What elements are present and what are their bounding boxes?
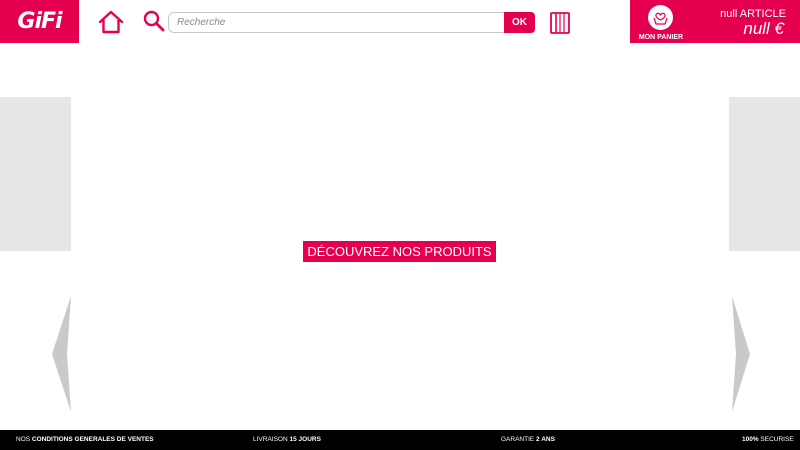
cart-total: null € bbox=[743, 19, 784, 38]
cart-icon bbox=[653, 12, 668, 25]
carousel-left-panel[interactable] bbox=[0, 97, 71, 251]
footer-cgv-link[interactable]: NOS CONDITIONS GENERALES DE VENTES bbox=[16, 430, 154, 450]
carousel-prev-button[interactable] bbox=[52, 296, 72, 412]
footer-secure: 100% SECURISE bbox=[742, 436, 794, 443]
home-icon bbox=[98, 10, 124, 34]
chevron-right-icon bbox=[732, 296, 750, 412]
cart-button[interactable]: MON PANIER null ARTICLE null € bbox=[630, 0, 800, 43]
home-button[interactable] bbox=[97, 9, 125, 35]
discover-products-button[interactable]: DÉCOUVREZ NOS PRODUITS bbox=[303, 241, 496, 262]
footer-warranty: GARANTIE 2 ANS bbox=[501, 436, 555, 443]
footer-delivery: LIVRAISON 15 JOURS bbox=[253, 436, 321, 443]
catalog-icon bbox=[550, 12, 570, 34]
catalog-button[interactable] bbox=[548, 11, 572, 35]
search-icon[interactable] bbox=[143, 10, 165, 32]
gifi-logo[interactable]: GiFi bbox=[0, 0, 79, 43]
chevron-left-icon bbox=[52, 296, 71, 412]
search-ok-button[interactable]: OK bbox=[504, 12, 535, 33]
cart-icon-badge bbox=[648, 5, 673, 30]
carousel-next-button[interactable] bbox=[731, 296, 751, 412]
footer: NOS CONDITIONS GENERALES DE VENTES LIVRA… bbox=[0, 430, 800, 450]
search-input[interactable] bbox=[168, 12, 506, 33]
cart-label: MON PANIER bbox=[638, 34, 684, 41]
header: GiFi OK MON PANIER null ARTICLE null € bbox=[0, 0, 800, 43]
carousel-right-panel[interactable] bbox=[729, 97, 800, 251]
